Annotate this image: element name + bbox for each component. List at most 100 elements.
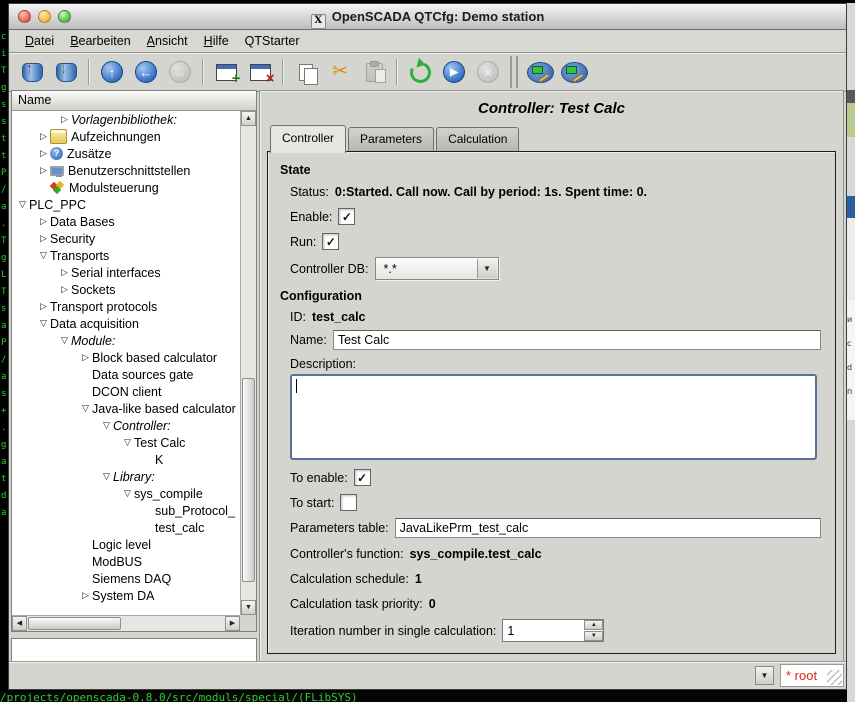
collapse-arrow-icon[interactable]: ▽ bbox=[121, 437, 134, 448]
tab-parameters[interactable]: Parameters bbox=[348, 127, 434, 151]
expand-arrow-icon[interactable]: ▷ bbox=[58, 284, 71, 295]
statusbar-dropdown-button[interactable]: ▼ bbox=[755, 666, 774, 685]
tree-item-k[interactable]: K bbox=[12, 451, 240, 468]
parameters-table-input[interactable] bbox=[395, 518, 821, 538]
menu-item-ansicht[interactable]: Ansicht bbox=[139, 32, 196, 50]
cut-item-button[interactable]: ✂ bbox=[323, 56, 357, 88]
resize-grip[interactable] bbox=[827, 670, 842, 685]
scroll-down-button[interactable]: ▼ bbox=[241, 600, 256, 615]
tree-vertical-scrollbar[interactable]: ▲ ▼ bbox=[240, 111, 256, 615]
expand-arrow-icon[interactable]: ▷ bbox=[37, 301, 50, 312]
add-item-button[interactable]: + bbox=[209, 56, 243, 88]
expand-arrow-icon[interactable]: ▷ bbox=[37, 131, 50, 142]
tree-item-test-calc[interactable]: test_calc bbox=[12, 519, 240, 536]
tree-item-sockets[interactable]: ▷Sockets bbox=[12, 281, 240, 298]
tree-item-transport-protocols[interactable]: ▷Transport protocols bbox=[12, 298, 240, 315]
tree-item-serial-interfaces[interactable]: ▷Serial interfaces bbox=[12, 264, 240, 281]
tree-item-system-da[interactable]: ▷System DA bbox=[12, 587, 240, 604]
menu-item-qtstarter[interactable]: QTStarter bbox=[237, 32, 308, 50]
collapse-arrow-icon[interactable]: ▽ bbox=[58, 335, 71, 346]
delete-item-button[interactable]: × bbox=[243, 56, 277, 88]
collapse-arrow-icon[interactable]: ▽ bbox=[121, 488, 134, 499]
tree-item-block-based-calculator[interactable]: ▷Block based calculator bbox=[12, 349, 240, 366]
expand-arrow-icon[interactable]: ▷ bbox=[37, 216, 50, 227]
tree-item-aufzeichnungen[interactable]: ▷Aufzeichnungen bbox=[12, 128, 240, 145]
menu-item-hilfe[interactable]: Hilfe bbox=[196, 32, 237, 50]
start-periodic-update-button[interactable]: ▶ bbox=[437, 56, 471, 88]
expand-arrow-icon[interactable]: ▷ bbox=[37, 233, 50, 244]
to-enable-checkbox[interactable]: ✓ bbox=[354, 469, 371, 486]
tree-column-header[interactable]: Name bbox=[12, 91, 256, 111]
run-checkbox[interactable]: ✓ bbox=[322, 233, 339, 250]
expand-arrow-icon[interactable]: ▷ bbox=[58, 114, 71, 125]
expand-arrow-icon[interactable]: ▷ bbox=[37, 165, 50, 176]
tree-item-data-bases[interactable]: ▷Data Bases bbox=[12, 213, 240, 230]
tree-item-dcon-client[interactable]: DCON client bbox=[12, 383, 240, 400]
collapse-arrow-icon[interactable]: ▽ bbox=[79, 403, 92, 414]
vertical-scroll-thumb[interactable] bbox=[242, 378, 255, 582]
controller-db-combobox[interactable]: *.* ▼ bbox=[375, 257, 499, 280]
tree-item-vorlagenbibliothek[interactable]: ▷Vorlagenbibliothek: bbox=[12, 111, 240, 128]
tree-item-test-calc[interactable]: ▽Test Calc bbox=[12, 434, 240, 451]
menu-item-datei[interactable]: Datei bbox=[17, 32, 62, 50]
go-back-button[interactable]: ← bbox=[129, 56, 163, 88]
chevron-down-icon[interactable]: ▼ bbox=[477, 259, 497, 278]
tree-item-data-sources-gate[interactable]: Data sources gate bbox=[12, 366, 240, 383]
go-forward-button[interactable]: → bbox=[163, 56, 197, 88]
tree-item-java-like-based-calculator[interactable]: ▽Java-like based calculator bbox=[12, 400, 240, 417]
tree-item-plc-ppc[interactable]: ▽PLC_PPC bbox=[12, 196, 240, 213]
minimize-button[interactable] bbox=[38, 10, 51, 23]
tree-item-modbus[interactable]: ModBUS bbox=[12, 553, 240, 570]
expand-arrow-icon[interactable]: ▷ bbox=[37, 148, 50, 159]
scroll-left-button[interactable]: ◀ bbox=[12, 616, 27, 631]
description-textarea[interactable] bbox=[290, 374, 817, 460]
current-user-label[interactable]: * root bbox=[786, 668, 817, 683]
copy-item-button[interactable] bbox=[289, 56, 323, 88]
horizontal-scroll-thumb[interactable] bbox=[28, 617, 121, 630]
spin-down-icon[interactable]: ▼ bbox=[584, 631, 603, 641]
refresh-button[interactable] bbox=[403, 56, 437, 88]
collapse-arrow-icon[interactable]: ▽ bbox=[16, 199, 29, 210]
expand-arrow-icon[interactable]: ▷ bbox=[58, 267, 71, 278]
enable-checkbox[interactable]: ✓ bbox=[338, 208, 355, 225]
collapse-arrow-icon[interactable]: ▽ bbox=[100, 420, 113, 431]
tree-item-sys-compile[interactable]: ▽sys_compile bbox=[12, 485, 240, 502]
collapse-arrow-icon[interactable]: ▽ bbox=[100, 471, 113, 482]
menu-item-bearbeiten[interactable]: Bearbeiten bbox=[62, 32, 138, 50]
tree-item-data-acquisition[interactable]: ▽Data acquisition bbox=[12, 315, 240, 332]
collapse-arrow-icon[interactable]: ▽ bbox=[37, 250, 50, 261]
collapse-arrow-icon[interactable]: ▽ bbox=[37, 318, 50, 329]
tree-item-module[interactable]: ▽Module: bbox=[12, 332, 240, 349]
tree-item-library[interactable]: ▽Library: bbox=[12, 468, 240, 485]
tree-item-modulsteuerung[interactable]: Modulsteuerung bbox=[12, 179, 240, 196]
titlebar[interactable]: XOpenSCADA QTCfg: Demo station bbox=[9, 4, 846, 30]
stop-update-button[interactable]: × bbox=[471, 56, 505, 88]
expand-arrow-icon[interactable]: ▷ bbox=[79, 352, 92, 363]
scroll-up-button[interactable]: ▲ bbox=[241, 111, 256, 126]
qtstarter-tool-2-button[interactable] bbox=[557, 56, 591, 88]
tree-item-siemens-daq[interactable]: Siemens DAQ bbox=[12, 570, 240, 587]
tree-item-security[interactable]: ▷Security bbox=[12, 230, 240, 247]
scroll-right-button[interactable]: ▶ bbox=[225, 616, 240, 631]
zoom-button[interactable] bbox=[58, 10, 71, 23]
tree-filter-input[interactable] bbox=[11, 638, 257, 662]
expand-arrow-icon[interactable]: ▷ bbox=[79, 590, 92, 601]
go-up-button[interactable]: ↑ bbox=[95, 56, 129, 88]
spin-up-icon[interactable]: ▲ bbox=[584, 620, 603, 630]
tree-item-logic-level[interactable]: Logic level bbox=[12, 536, 240, 553]
save-to-db-button[interactable]: ↓ bbox=[49, 56, 83, 88]
iteration-spinbox[interactable]: ▲ ▼ bbox=[502, 619, 604, 642]
tree-item-transports[interactable]: ▽Transports bbox=[12, 247, 240, 264]
iteration-input[interactable] bbox=[503, 620, 583, 641]
name-input[interactable] bbox=[333, 330, 821, 350]
tree-item-sub-protocol[interactable]: sub_Protocol_ bbox=[12, 502, 240, 519]
tree-horizontal-scrollbar[interactable]: ◀ ▶ bbox=[12, 615, 240, 631]
close-button[interactable] bbox=[18, 10, 31, 23]
load-from-db-button[interactable]: ↑ bbox=[15, 56, 49, 88]
tree-item-controller[interactable]: ▽Controller: bbox=[12, 417, 240, 434]
qtstarter-tool-1-button[interactable] bbox=[523, 56, 557, 88]
tab-controller[interactable]: Controller bbox=[270, 125, 346, 153]
tree-item-zus-tze[interactable]: ▷?Zusätze bbox=[12, 145, 240, 162]
paste-item-button[interactable] bbox=[357, 56, 391, 88]
tab-calculation[interactable]: Calculation bbox=[436, 127, 519, 151]
